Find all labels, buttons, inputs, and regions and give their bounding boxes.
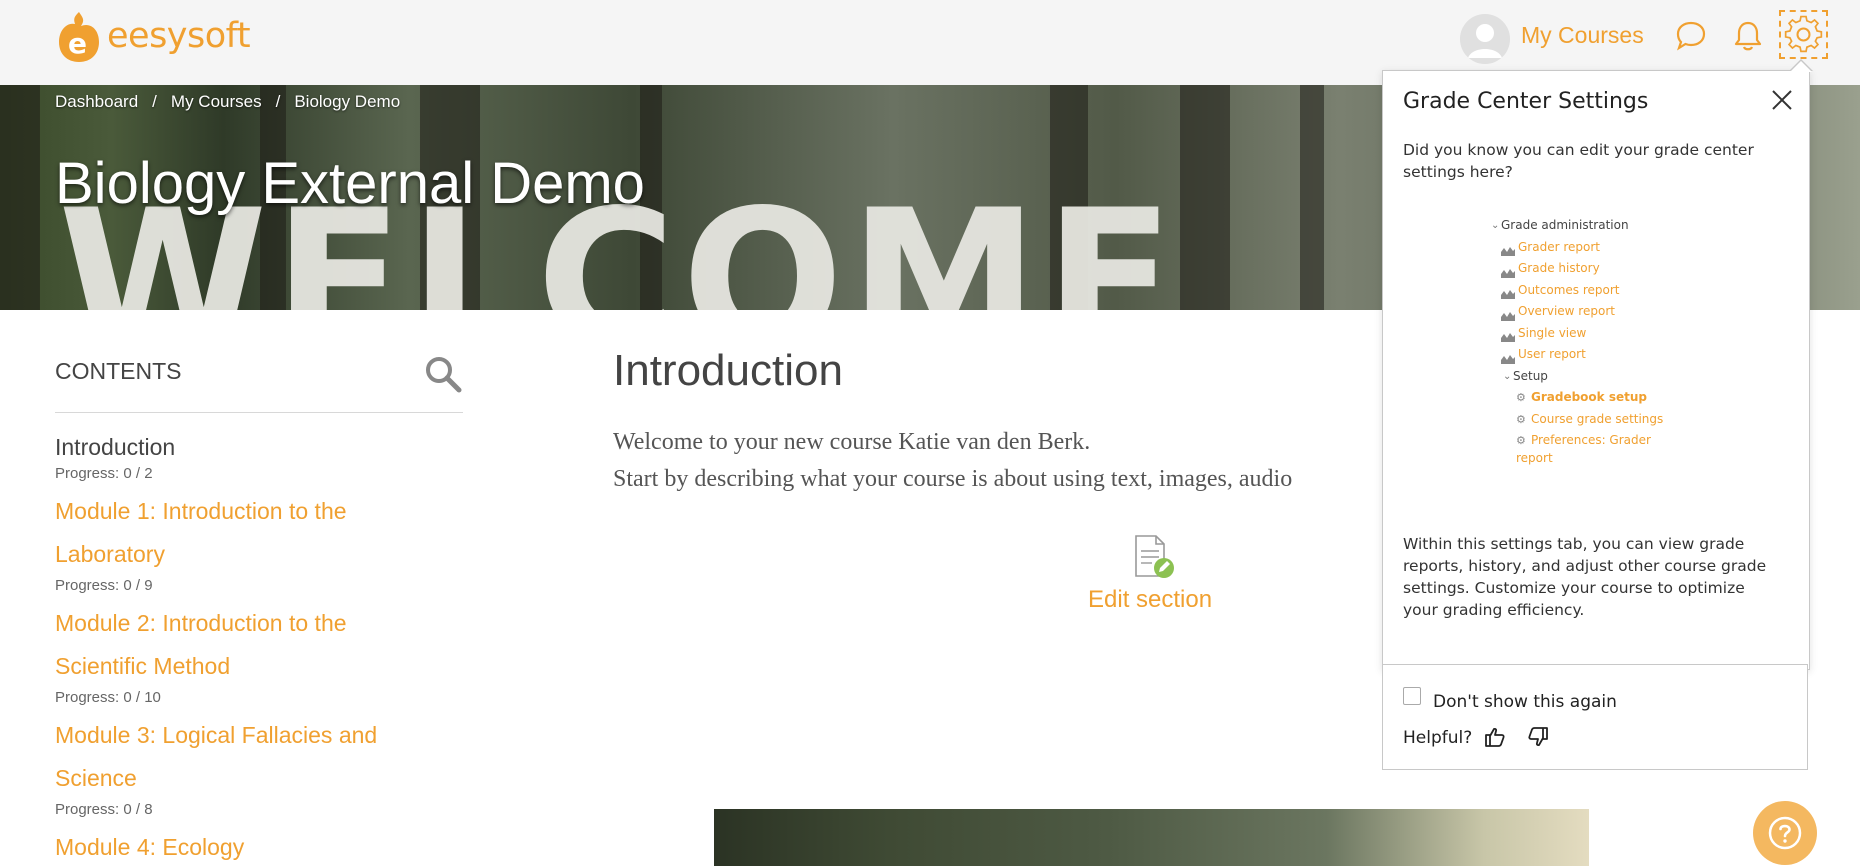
question-icon [1768,816,1802,850]
tree-setup: ⌄ Setup [1491,366,1663,388]
dont-show-label[interactable]: Don't show this again [1433,692,1617,712]
toc-item-title: Module 3: Logical Fallacies and [55,722,378,748]
popover-intro: Did you know you can edit your grade cen… [1403,141,1754,181]
logo-mark-icon: e [55,8,103,64]
bell-icon[interactable] [1730,18,1766,54]
settings-gear-button[interactable] [1779,10,1828,59]
tree-outcomes-report: Outcomes report [1491,280,1663,302]
popover-description: Within this settings tab, you can view g… [1403,535,1767,619]
tree-grade-history: Grade history [1491,258,1663,280]
tree-user-report: User report [1491,344,1663,366]
chart-icon [1501,264,1515,278]
breadcrumb-separator: / [275,92,281,111]
my-courses-link[interactable]: My Courses [1521,22,1644,49]
toc-item-module-3[interactable]: Module 3: Logical Fallacies and Science … [55,714,415,820]
toc-item-progress: Progress: 0 / 10 [55,689,161,706]
tree-gradebook-setup: ⚙ Gradebook setup [1491,387,1663,409]
contents-list: Introduction Progress: 0 / 2 Module 1: I… [55,430,415,866]
chart-icon [1501,285,1515,300]
edit-document-icon[interactable] [1130,534,1176,580]
section-summary: Welcome to your new course Katie van den… [613,424,1292,498]
summary-line: Welcome to your new course Katie van den… [613,429,1091,455]
hero-tree [0,85,40,310]
toc-item-title-cont: Science [55,765,137,791]
toc-item-introduction[interactable]: Introduction Progress: 0 / 2 [55,430,415,484]
chat-icon[interactable] [1673,18,1709,54]
contents-divider [55,412,463,413]
chevron-down-icon: ⌄ [1491,220,1500,231]
grade-center-settings-popover: Grade Center Settings Did you know you c… [1382,59,1813,670]
toc-item-title: Module 2: Introduction to the [55,610,347,636]
eesysoft-logo[interactable]: e eesysoft [55,8,251,64]
summary-line: Start by describing what your course is … [613,466,1293,492]
toc-item-title: Introduction [55,434,176,460]
tree-overview-report: Overview report [1491,301,1663,323]
breadcrumb: Dashboard / My Courses / Biology Demo [55,92,400,112]
user-avatar[interactable] [1460,14,1510,64]
thumbs-down-icon[interactable] [1526,725,1550,749]
dont-show-checkbox[interactable] [1403,687,1421,705]
toc-item-progress: Progress: 0 / 8 [55,801,153,818]
helpful-label: Helpful? [1403,728,1473,748]
logo-wordmark: eesysoft [107,16,251,56]
tree-course-grade-settings: ⚙ Course grade settings [1491,409,1663,431]
toc-item-title: Module 4: Ecology [55,834,245,860]
toc-item-module-4[interactable]: Module 4: Ecology [55,826,415,866]
toc-item-progress: Progress: 0 / 2 [55,465,153,482]
chart-icon [1501,350,1515,364]
breadcrumb-dashboard[interactable]: Dashboard [55,92,138,112]
gear-icon [1784,15,1823,53]
toc-item-title-cont: Scientific Method [55,653,231,679]
breadcrumb-my-courses[interactable]: My Courses [171,92,262,112]
contents-heading: CONTENTS [55,358,182,384]
close-icon[interactable] [1769,87,1795,113]
chart-icon [1501,328,1515,343]
popover-title: Grade Center Settings [1403,89,1649,114]
help-button[interactable] [1753,801,1817,865]
breadcrumb-separator: / [152,92,157,111]
popover-footer: Don't show this again Helpful? [1382,664,1808,770]
toc-item-title-cont: Laboratory [55,541,165,567]
grade-admin-tree-image: ⌄ Grade administration Grader report Grad… [1491,215,1663,469]
tree-single-view: Single view [1491,323,1663,345]
hero-tree [1180,85,1230,310]
chevron-down-icon: ⌄ [1503,370,1512,382]
toc-item-module-2[interactable]: Module 2: Introduction to the Scientific… [55,602,415,708]
course-title: Biology External Demo [55,151,645,216]
edit-section-link[interactable]: Edit section [1088,586,1212,614]
toc-item-module-1[interactable]: Module 1: Introduction to the Laboratory… [55,490,415,596]
breadcrumb-biology-demo[interactable]: Biology Demo [294,92,400,112]
tree-root: ⌄ Grade administration [1491,215,1663,237]
hero-tree [1300,85,1324,310]
course-image [714,809,1589,866]
logo-letter: e [68,27,87,60]
tree-grader-report: Grader report [1491,237,1663,259]
section-heading: Introduction [613,346,843,395]
cog-icon: ⚙ [1516,391,1526,404]
toc-item-title: Module 1: Introduction to the [55,498,347,524]
toc-item-progress: Progress: 0 / 9 [55,577,153,594]
cog-icon: ⚙ [1516,412,1526,426]
chart-icon [1501,242,1515,257]
chart-icon [1501,307,1515,321]
search-icon[interactable] [423,354,463,394]
thumbs-up-icon[interactable] [1483,725,1507,749]
